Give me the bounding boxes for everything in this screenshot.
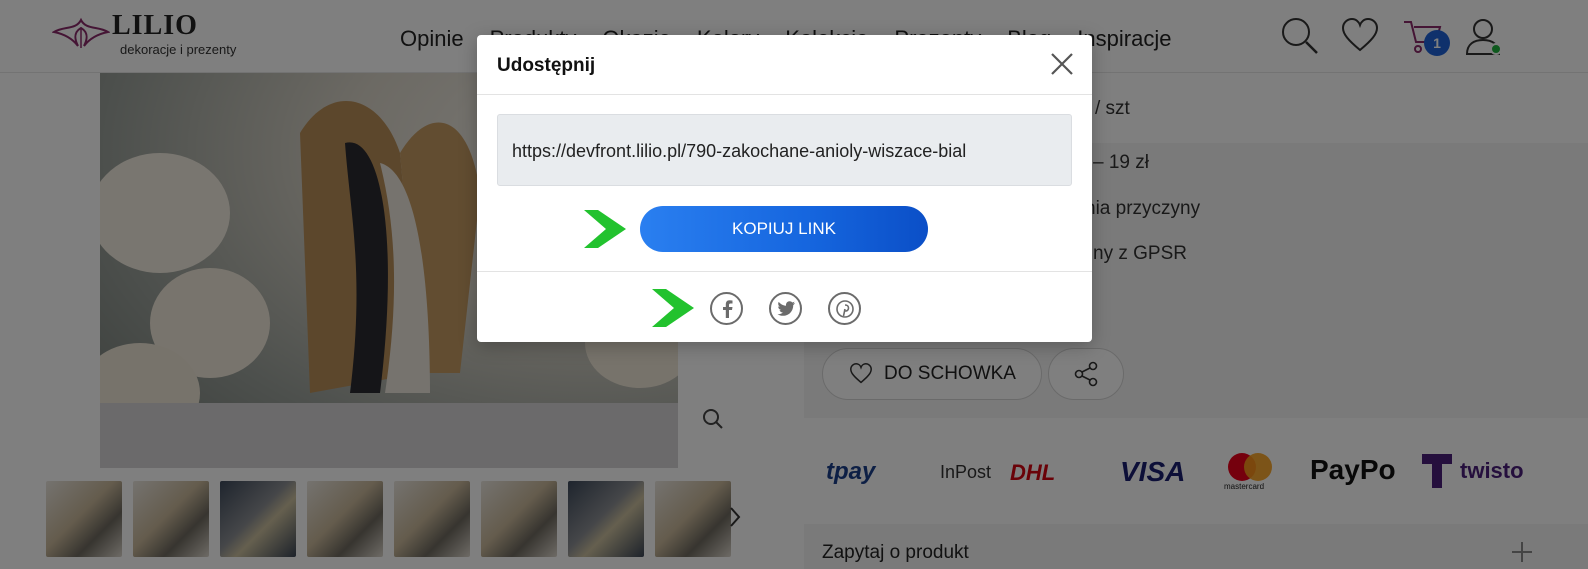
pinterest-icon	[835, 299, 854, 318]
modal-divider	[477, 271, 1092, 272]
copy-link-button[interactable]: KOPIUJ LINK	[640, 206, 928, 252]
share-link-field[interactable]: https://devfront.lilio.pl/790-zakochane-…	[497, 114, 1072, 186]
facebook-icon	[722, 299, 732, 318]
green-arrow-icon	[584, 210, 626, 248]
close-icon[interactable]	[1049, 51, 1075, 77]
twitter-icon	[776, 300, 795, 316]
share-modal: Udostępnij https://devfront.lilio.pl/790…	[477, 35, 1092, 342]
facebook-share-button[interactable]	[710, 292, 743, 325]
modal-title: Udostępnij	[497, 55, 596, 76]
twitter-share-button[interactable]	[769, 292, 802, 325]
modal-divider	[477, 94, 1092, 95]
pinterest-share-button[interactable]	[828, 292, 861, 325]
green-arrow-icon	[652, 289, 694, 327]
